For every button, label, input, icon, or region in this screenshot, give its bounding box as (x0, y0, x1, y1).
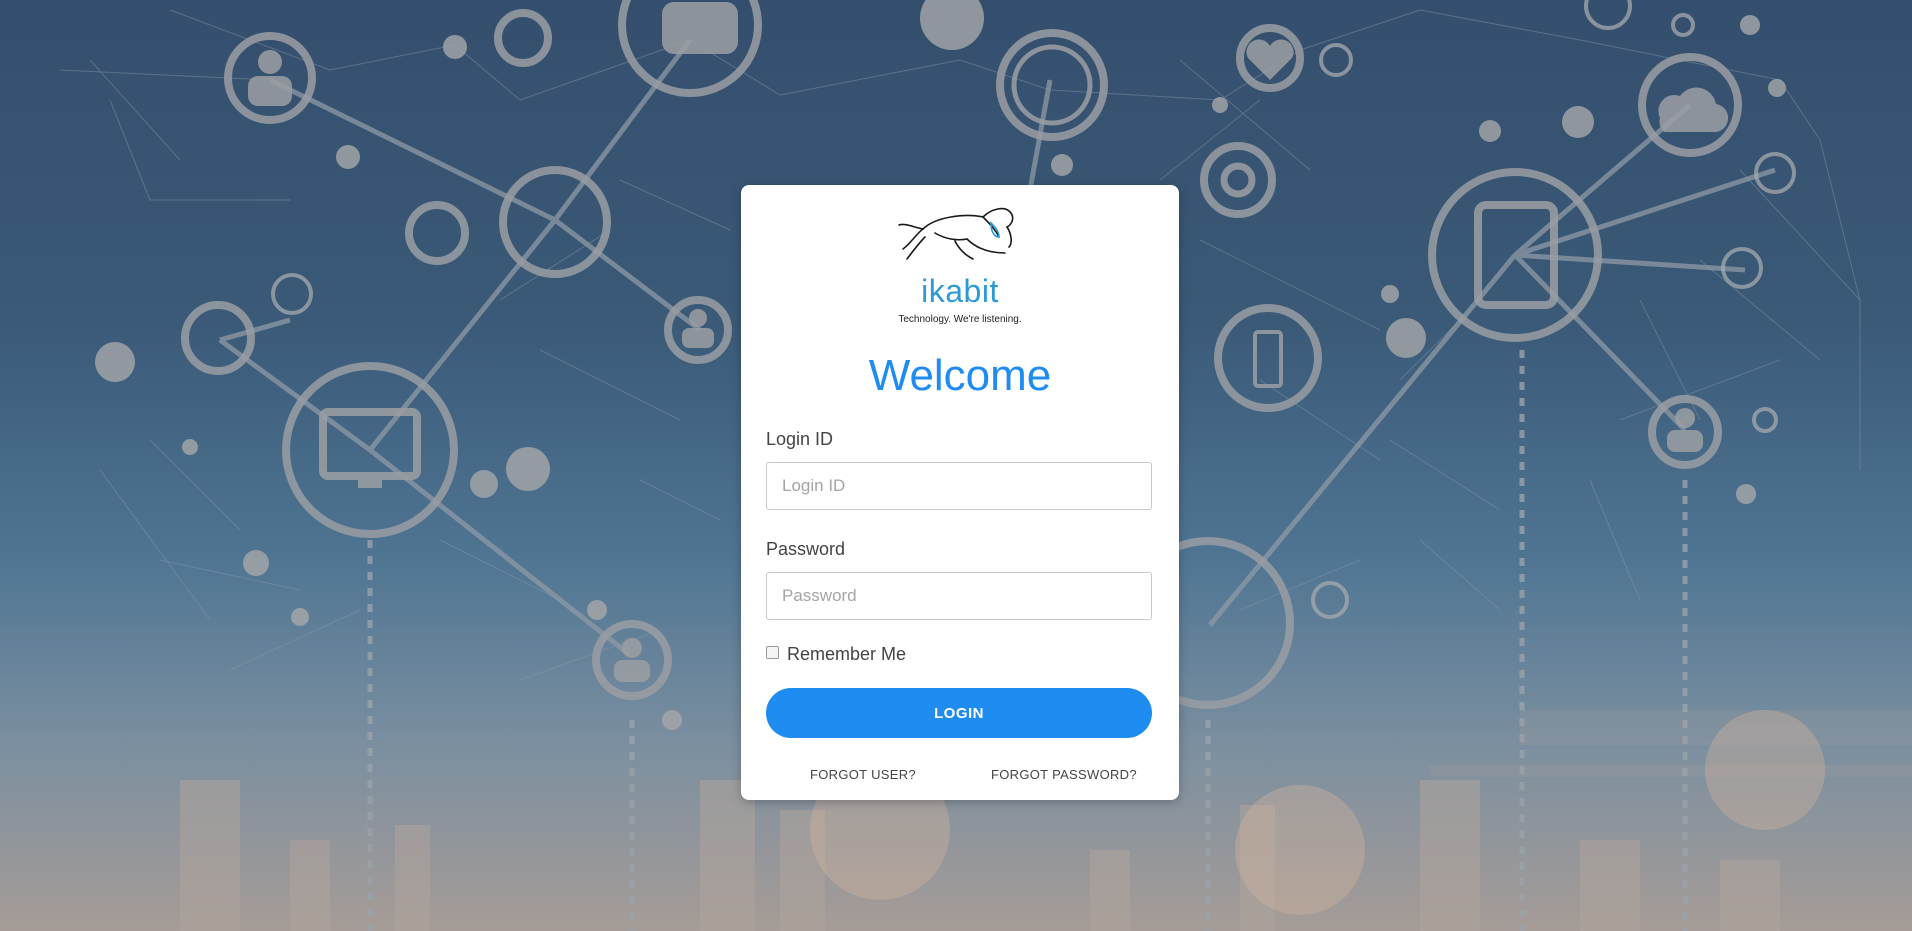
login-card: ikabit Technology. We're listening. Welc… (741, 185, 1179, 800)
login-id-label: Login ID (766, 429, 834, 449)
password-label: Password (766, 539, 846, 559)
elephant-logo-icon (898, 207, 1014, 260)
remember-me-checkbox[interactable] (766, 646, 779, 659)
forgot-user-link[interactable]: FORGOT USER? (810, 767, 916, 782)
forgot-password-link[interactable]: FORGOT PASSWORD? (991, 767, 1137, 782)
brand-logo: ikabit Technology. We're listening. (741, 203, 1179, 325)
password-input[interactable] (766, 572, 1152, 620)
login-id-input[interactable] (766, 462, 1152, 510)
login-button[interactable]: LOGIN (766, 688, 1152, 738)
remember-me-label[interactable]: Remember Me (787, 644, 906, 665)
brand-name: ikabit (921, 273, 999, 309)
welcome-heading: Welcome (868, 351, 1052, 400)
remember-me-row[interactable]: Remember Me (766, 643, 906, 665)
brand-tagline: Technology. We're listening. (898, 314, 1022, 325)
